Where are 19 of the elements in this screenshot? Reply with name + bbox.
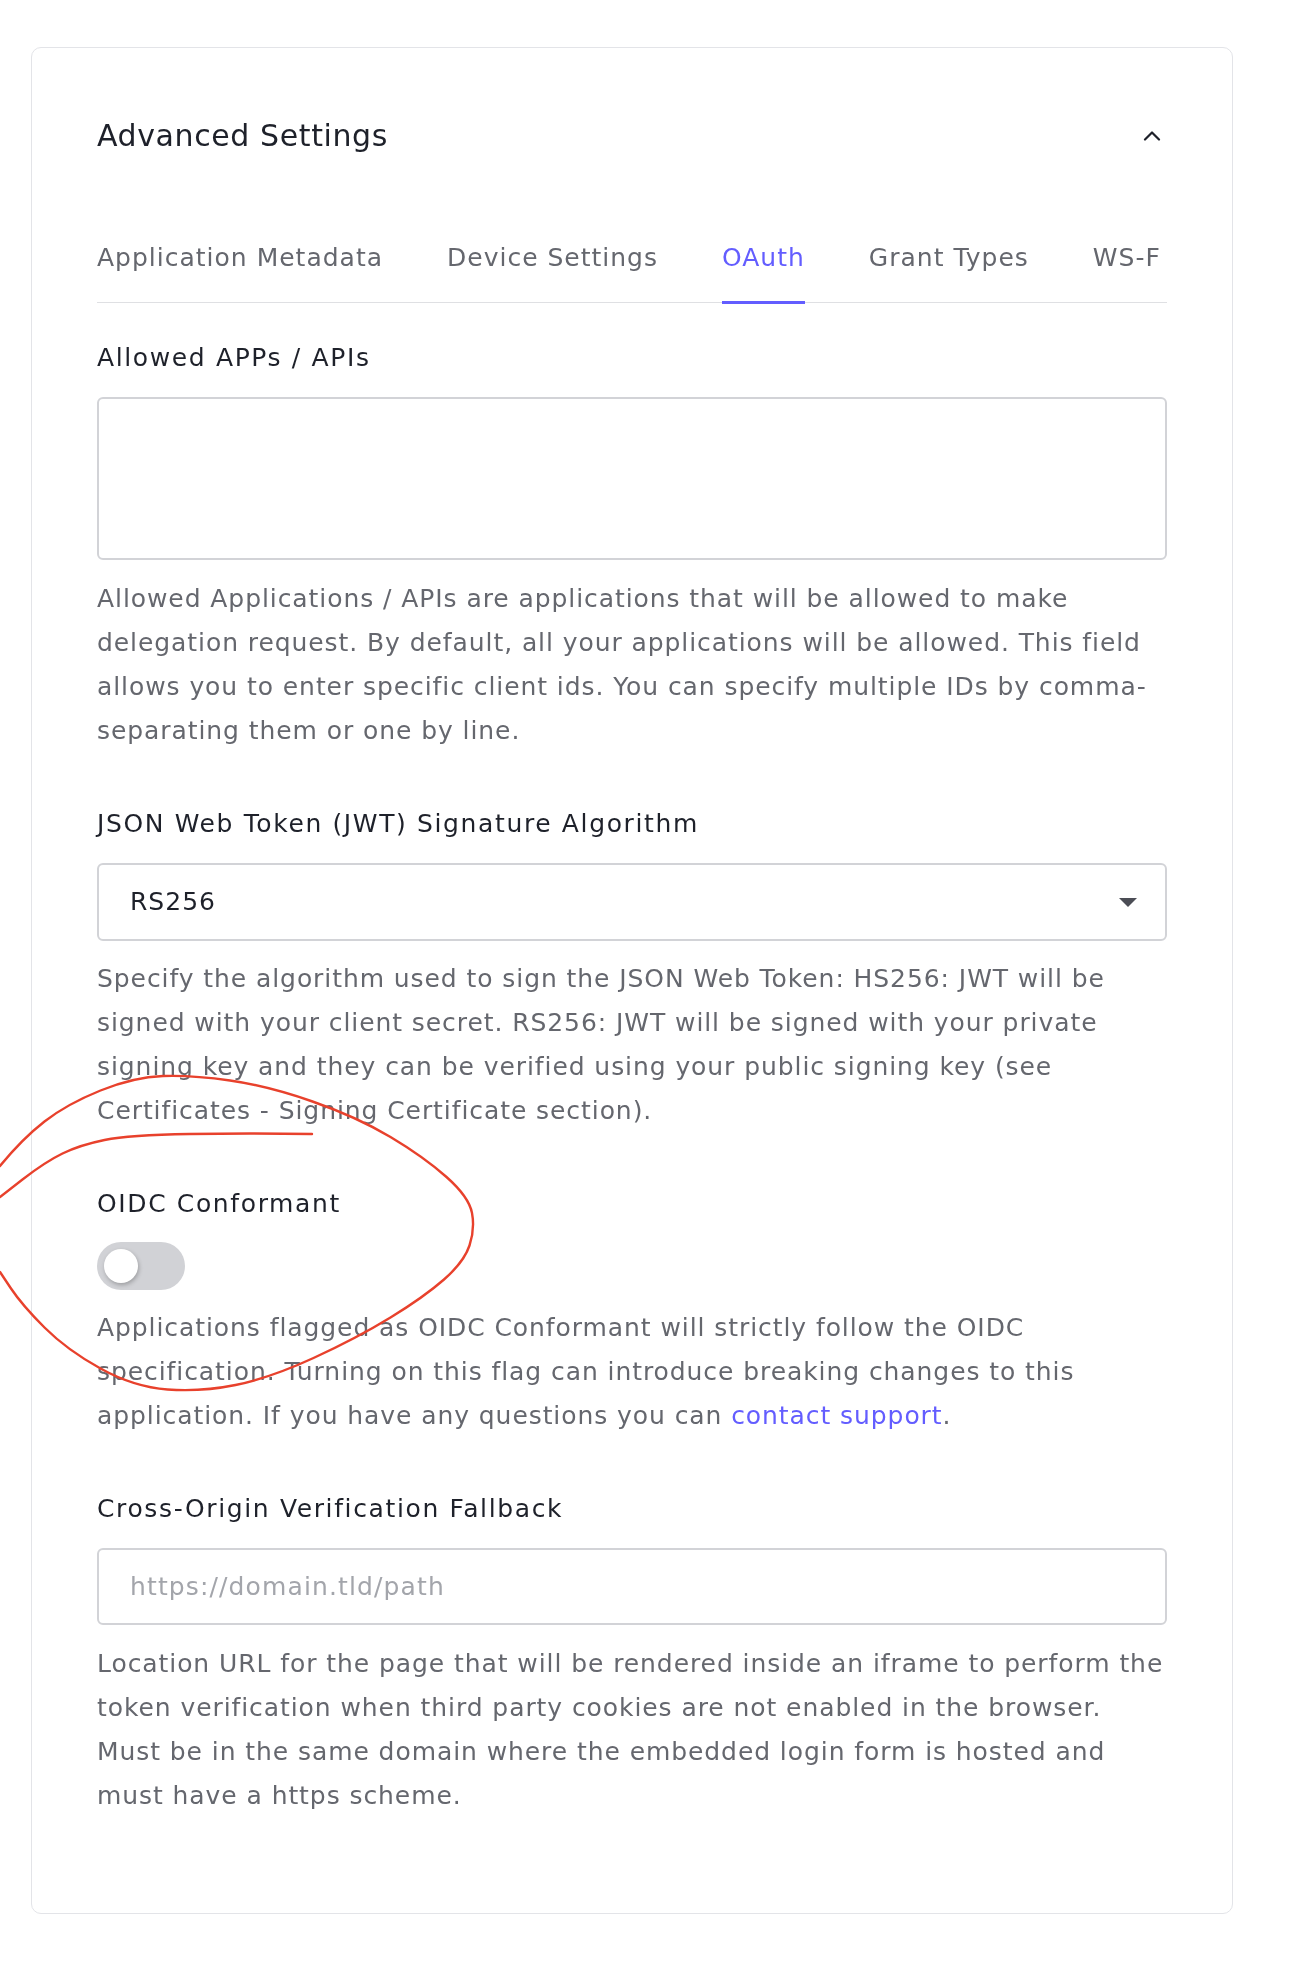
textarea-field[interactable]: [97, 397, 1167, 560]
field-label: Allowed APPs / APIs: [97, 342, 372, 374]
algorithm-select[interactable]: RS256: [97, 863, 1167, 941]
panel-title: Advanced Settings: [97, 117, 388, 155]
tab[interactable]: WS-F: [1092, 241, 1161, 304]
url-input[interactable]: https://domain.tld/path: [97, 1548, 1167, 1625]
field-label: JSON Web Token (JWT) Signature Algorithm: [97, 808, 700, 840]
tab[interactable]: Grant Types: [868, 241, 1029, 304]
help-text: Allowed Applications / APIs are applications that will be allowed to make delegation request. By default, all your applications will be allowed. This field allows you to enter specific client ids. You can specify multiple IDs by comma-separating them or one by line.: [97, 583, 1148, 747]
contact-support-link[interactable]: contact support: [731, 1401, 943, 1430]
field-label: Cross-Origin Verification Fallback: [97, 1493, 565, 1525]
tab[interactable]: Application Metadata: [97, 241, 383, 304]
tab[interactable]: Device Settings: [447, 241, 658, 304]
help-text: Location URL for the page that will be rendered inside an iframe to perform the token verification when third party cookies are not enabled in the browser. Must be in the same domain where the embedded login form is hosted and must have a https scheme.: [97, 1648, 1165, 1812]
toggle-switch[interactable]: [97, 1242, 185, 1290]
tab[interactable]: OAuth: [722, 241, 805, 304]
field-label: OIDC Conformant: [97, 1188, 342, 1220]
chevron-up-icon[interactable]: [1143, 131, 1161, 141]
caret-down-icon: [1119, 897, 1137, 907]
